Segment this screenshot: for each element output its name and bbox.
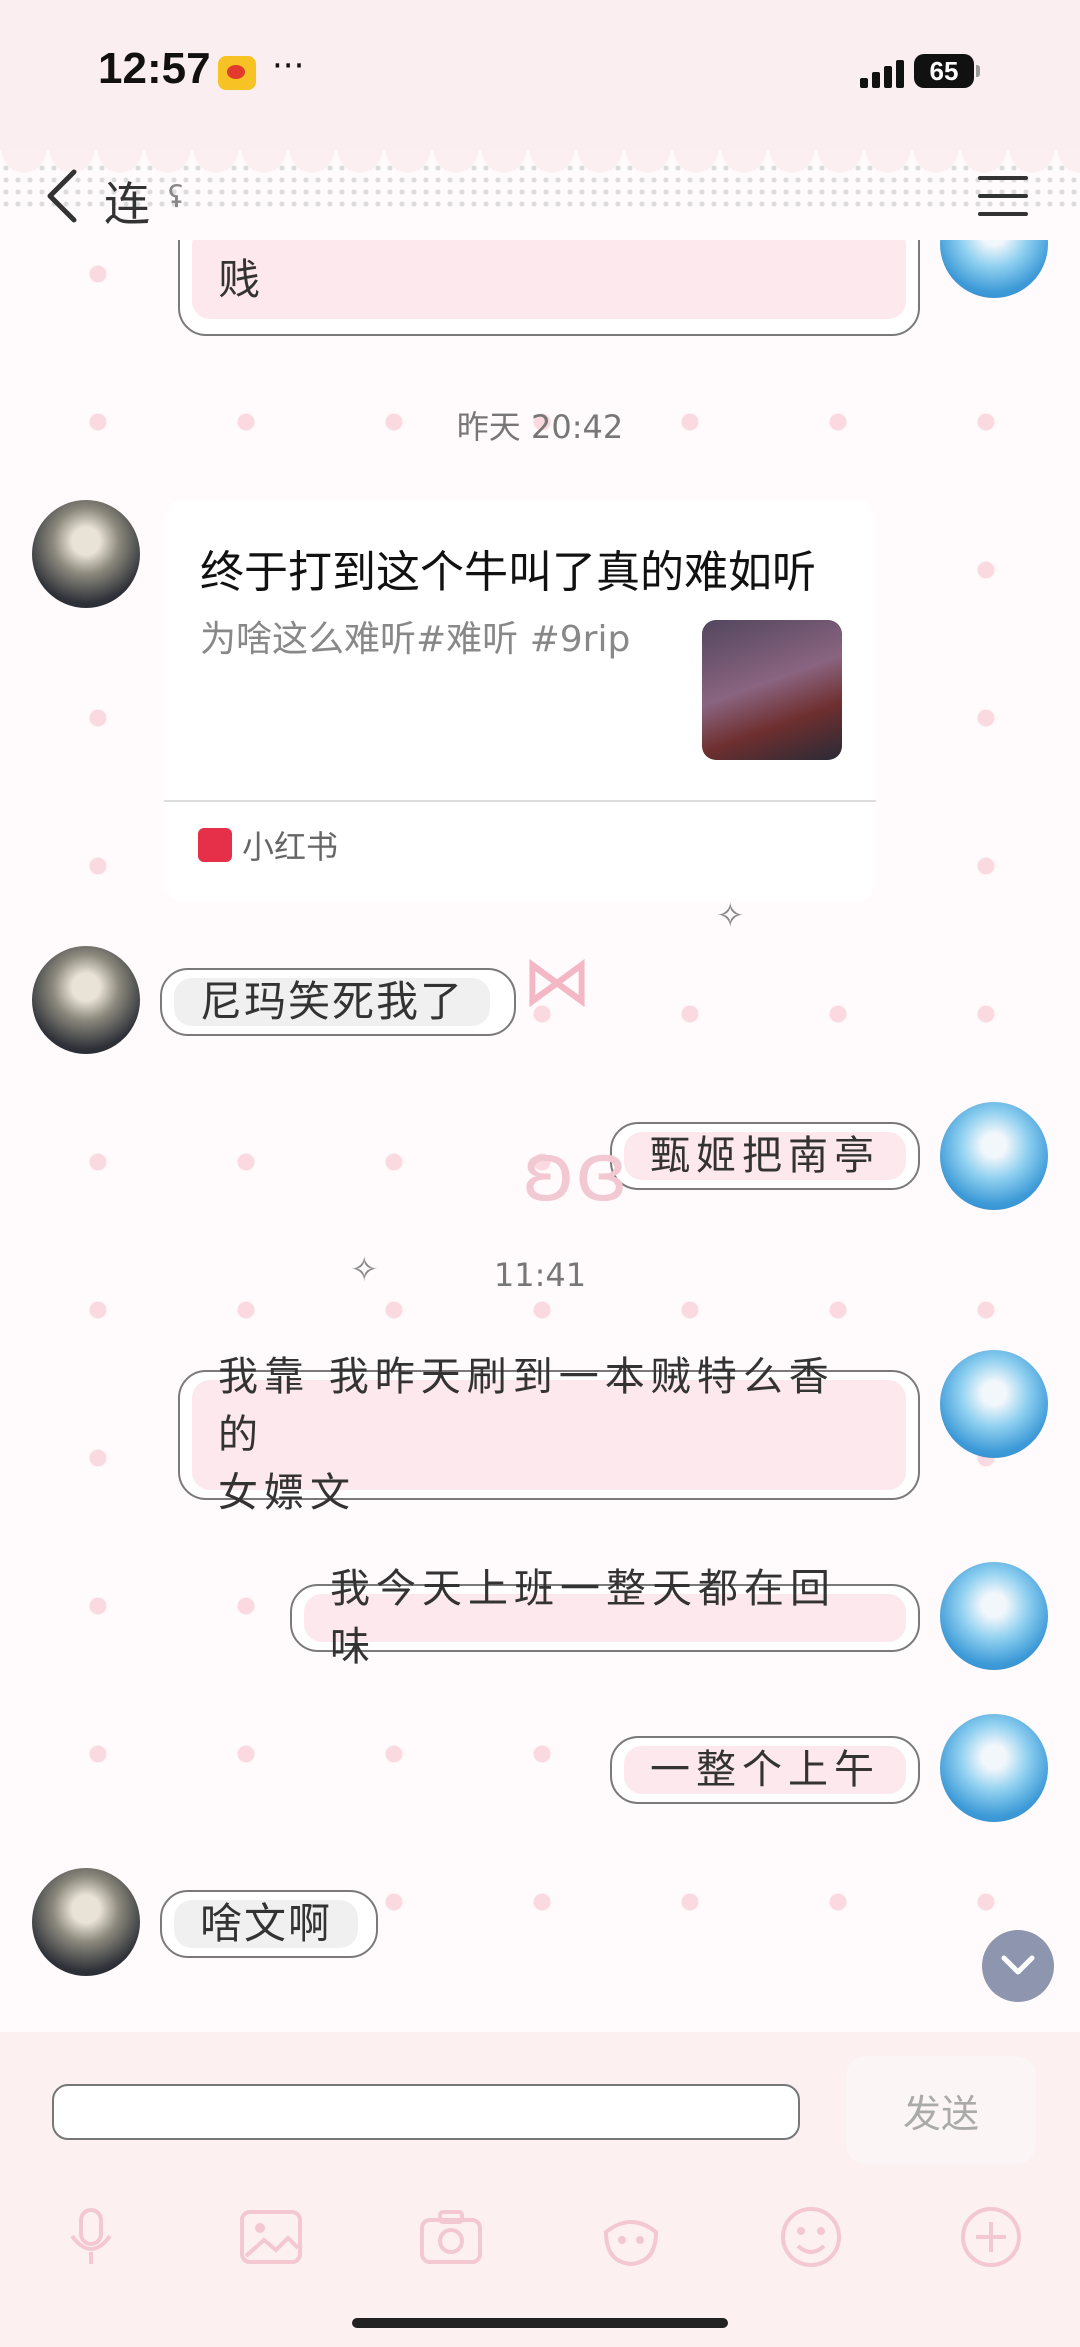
card-source: 小红书 bbox=[242, 828, 339, 866]
message-text: 甄姬把南亭 bbox=[650, 1133, 880, 1179]
message-text: 一整个上午 bbox=[650, 1747, 880, 1793]
status-time: 12:57 bbox=[98, 44, 211, 93]
message-input[interactable] bbox=[52, 2084, 800, 2140]
bunny-sticker-decoration: ʚɞ bbox=[522, 1126, 629, 1219]
avatar-self[interactable] bbox=[940, 1714, 1048, 1822]
avatar-self[interactable] bbox=[940, 1350, 1048, 1458]
battery-icon: 65 bbox=[914, 54, 980, 88]
status-bar: 12:57 ··· 65 bbox=[0, 0, 1080, 150]
chat-header: 连 ʢ bbox=[0, 150, 1080, 240]
message-bubble[interactable]: 一整个上午 bbox=[610, 1736, 920, 1804]
signal-icon bbox=[860, 56, 904, 88]
send-button[interactable]: 发送 bbox=[846, 2056, 1036, 2164]
microphone-icon[interactable] bbox=[56, 2202, 126, 2272]
emoji-icon[interactable] bbox=[776, 2202, 846, 2272]
camera-icon[interactable] bbox=[416, 2202, 486, 2272]
avatar-self[interactable] bbox=[940, 1102, 1048, 1210]
card-thumbnail bbox=[702, 620, 842, 760]
message-bubble[interactable]: 啥文啊 bbox=[160, 1890, 378, 1958]
avatar-self[interactable] bbox=[940, 1562, 1048, 1670]
message-text-line1: 我靠 我昨天刷到一本贼特么香的 bbox=[218, 1354, 835, 1458]
message-text: 尼玛笑死我了 bbox=[200, 977, 465, 1026]
message-bubble[interactable]: 贱 bbox=[178, 240, 920, 336]
xiaohongshu-icon bbox=[198, 828, 232, 862]
plus-icon[interactable] bbox=[956, 2202, 1026, 2272]
ear-icon: ʢ bbox=[168, 180, 184, 215]
message-text: 贱 bbox=[218, 255, 263, 304]
avatar-contact[interactable] bbox=[32, 1868, 140, 1976]
avatar-contact[interactable] bbox=[32, 500, 140, 608]
sparkle-icon: ✧ bbox=[716, 896, 745, 936]
avatar-self[interactable] bbox=[940, 240, 1048, 298]
status-more-text: ··· bbox=[272, 46, 305, 86]
weibo-icon bbox=[218, 56, 256, 90]
avatar-contact[interactable] bbox=[32, 946, 140, 1054]
image-icon[interactable] bbox=[236, 2202, 306, 2272]
chat-message-list[interactable]: 贱 昨天 20:42 终于打到这个牛叫了真的难如听 为啥这么难听#难听 #9ri… bbox=[0, 240, 1080, 2030]
card-description: 为啥这么难听#难听 #9rip bbox=[200, 619, 631, 660]
scroll-to-bottom-button[interactable] bbox=[982, 1930, 1054, 2002]
sparkle-icon: ✧ bbox=[350, 1250, 379, 1290]
timestamp: 昨天 20:42 bbox=[456, 408, 624, 446]
sticker-icon[interactable] bbox=[596, 2202, 666, 2272]
message-text: 啥文啊 bbox=[200, 1899, 333, 1948]
home-indicator[interactable] bbox=[352, 2318, 728, 2328]
card-title: 终于打到这个牛叫了真的难如听 bbox=[200, 547, 816, 598]
input-area: 发送 bbox=[0, 2032, 1080, 2347]
contact-name[interactable]: 连 bbox=[104, 168, 150, 234]
shared-link-card[interactable]: 终于打到这个牛叫了真的难如听 为啥这么难听#难听 #9rip 小红书 bbox=[164, 500, 876, 902]
message-bubble[interactable]: 尼玛笑死我了 bbox=[160, 968, 516, 1036]
message-bubble[interactable]: 我靠 我昨天刷到一本贼特么香的 女嫖文 bbox=[178, 1354, 920, 1516]
message-bubble[interactable]: 甄姬把南亭 bbox=[610, 1122, 920, 1190]
message-text-line2: 女嫖文 bbox=[218, 1470, 356, 1516]
hamburger-menu-icon[interactable] bbox=[978, 176, 1028, 216]
timestamp: 11:41 bbox=[493, 1256, 587, 1294]
chevron-down-icon bbox=[1001, 1955, 1035, 1975]
message-text: 我今天上班一整天都在回味 bbox=[330, 1566, 836, 1670]
bow-decoration-icon: ⋈ bbox=[522, 940, 592, 1022]
card-divider bbox=[164, 800, 876, 802]
chevron-left-icon[interactable] bbox=[42, 168, 86, 224]
message-bubble[interactable]: 我今天上班一整天都在回味 bbox=[290, 1566, 920, 1670]
